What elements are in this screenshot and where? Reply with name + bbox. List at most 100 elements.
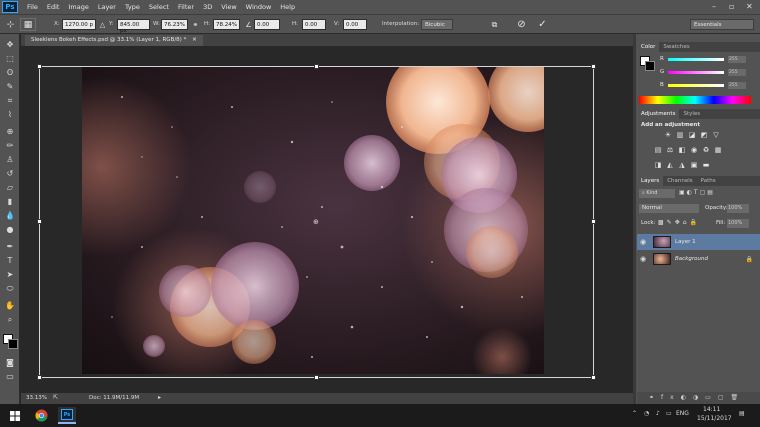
tray-battery-icon[interactable]: ▭ <box>666 410 672 417</box>
zoom-level[interactable]: 33.13% <box>26 395 47 401</box>
link-icon[interactable]: ⚭ <box>189 18 202 31</box>
clock-date[interactable]: 15/11/2017 <box>697 415 732 422</box>
menu-layer[interactable]: Layer <box>98 3 116 11</box>
screen-mode-icon[interactable]: ▭ <box>3 370 17 383</box>
opacity-input[interactable]: 100% <box>727 204 749 213</box>
document-tab[interactable]: Sleeklens Bokeh Effects.psd @ 33.1% (Lay… <box>25 35 203 46</box>
healing-tool-icon[interactable]: ⊕ <box>3 125 17 138</box>
menu-3d[interactable]: 3D <box>203 3 212 11</box>
tab-color[interactable]: Color <box>637 42 660 52</box>
notifications-icon[interactable]: ▤ <box>739 410 745 417</box>
transform-handle-bottom-right[interactable] <box>591 375 596 380</box>
photoshop-taskbar-icon[interactable]: Ps <box>58 407 76 424</box>
lasso-tool-icon[interactable]: ʘ <box>3 66 17 79</box>
eraser-tool-icon[interactable]: ▱ <box>3 181 17 194</box>
close-tab-icon[interactable]: ✕ <box>192 37 197 43</box>
channel-r-slider[interactable] <box>668 58 724 61</box>
menu-edit[interactable]: Edit <box>47 3 60 11</box>
tray-language[interactable]: ENG <box>676 410 689 417</box>
tab-layers[interactable]: Layers <box>637 176 664 186</box>
blur-tool-icon[interactable]: 💧 <box>3 209 17 222</box>
posterize-icon[interactable]: ◭ <box>666 161 674 169</box>
hue-saturation-icon[interactable]: ▤ <box>654 146 662 154</box>
fill-input[interactable]: 100% <box>727 219 749 228</box>
tray-chevron-icon[interactable]: ⌃ <box>632 410 637 417</box>
warp-icon[interactable]: ⧉ <box>488 18 501 31</box>
transform-handle-left[interactable] <box>37 219 42 224</box>
background-color-swatch[interactable] <box>8 339 18 349</box>
color-background-swatch[interactable] <box>645 61 655 71</box>
menu-type[interactable]: Type <box>125 3 140 11</box>
channel-mixer-icon[interactable]: ♻ <box>702 146 710 154</box>
pen-tool-icon[interactable]: ✒ <box>3 240 17 253</box>
marquee-tool-icon[interactable]: ⬚ <box>3 52 17 65</box>
color-lookup-icon[interactable]: ▦ <box>714 146 722 154</box>
layer-filter-select[interactable]: ⌕ Kind <box>639 189 675 198</box>
transform-handle-top-left[interactable] <box>37 64 42 69</box>
path-select-tool-icon[interactable]: ➤ <box>3 268 17 281</box>
v-skew-input[interactable]: 0.00 <box>343 19 367 30</box>
transform-handle-top-right[interactable] <box>591 64 596 69</box>
threshold-icon[interactable]: ◮ <box>678 161 686 169</box>
menu-window[interactable]: Window <box>246 3 272 11</box>
menu-help[interactable]: Help <box>280 3 295 11</box>
vibrance-icon[interactable]: ▽ <box>712 131 720 139</box>
black-white-icon[interactable]: ◧ <box>678 146 686 154</box>
tab-channels[interactable]: Channels <box>663 176 696 186</box>
quick-select-tool-icon[interactable]: ✎ <box>3 80 17 93</box>
layer-row[interactable]: ◉ Layer 1 <box>637 234 760 250</box>
menu-filter[interactable]: Filter <box>178 3 194 11</box>
menu-image[interactable]: Image <box>68 3 88 11</box>
tab-adjustments[interactable]: Adjustments <box>637 109 680 119</box>
visibility-eye-icon[interactable]: ◉ <box>637 238 649 246</box>
quick-mask-icon[interactable]: ◙ <box>3 356 17 369</box>
exposure-icon[interactable]: ◩ <box>700 131 708 139</box>
close-window-icon[interactable]: ✕ <box>746 2 753 11</box>
hand-tool-icon[interactable]: ✋ <box>3 299 17 312</box>
y-input[interactable]: 845.00 px <box>117 19 150 34</box>
tab-paths[interactable]: Paths <box>697 176 720 186</box>
delta-icon[interactable]: △ <box>96 18 109 31</box>
tray-network-icon[interactable]: ◔ <box>644 410 649 417</box>
levels-icon[interactable]: ▥ <box>676 131 684 139</box>
zoom-tool-icon[interactable]: ⌕ <box>3 313 17 326</box>
curves-icon[interactable]: ◪ <box>688 131 696 139</box>
move-tool-icon[interactable]: ✥ <box>3 38 17 51</box>
reference-point-icon[interactable]: ▦ <box>20 18 36 31</box>
commit-transform-icon[interactable]: ✓ <box>536 18 549 31</box>
workspace-select[interactable]: Essentials <box>690 19 754 30</box>
history-brush-icon[interactable]: ↺ <box>3 167 17 180</box>
transform-handle-bottom[interactable] <box>314 375 319 380</box>
transform-tool-icon[interactable]: ⊹ <box>4 18 17 31</box>
brightness-icon[interactable]: ☀ <box>664 131 672 139</box>
selective-color-icon[interactable]: ▣ <box>690 161 698 169</box>
angle-input[interactable]: 0.00 <box>254 19 280 30</box>
clock-time[interactable]: 14:11 <box>703 406 720 413</box>
stamp-tool-icon[interactable]: ♙ <box>3 153 17 166</box>
photo-filter-icon[interactable]: ◉ <box>690 146 698 154</box>
channel-b-value[interactable]: 255 <box>728 82 746 89</box>
crop-tool-icon[interactable]: ⌗ <box>3 94 17 107</box>
windows-start-icon[interactable] <box>6 407 24 424</box>
channel-r-value[interactable]: 255 <box>728 56 746 63</box>
gradient-tool-icon[interactable]: ▮ <box>3 195 17 208</box>
visibility-eye-icon[interactable]: ◉ <box>637 255 649 263</box>
maximize-icon[interactable]: ▫ <box>729 2 734 11</box>
menu-view[interactable]: View <box>221 3 236 11</box>
transform-center-icon[interactable]: ⊕ <box>313 218 319 226</box>
lock-icons[interactable]: ▩✎✥⌂🔒 <box>658 219 700 226</box>
channel-b-slider[interactable] <box>668 84 724 87</box>
status-menu-arrow-icon[interactable]: ▸ <box>158 394 161 401</box>
blend-mode-select[interactable]: Normal <box>639 204 699 213</box>
interpolation-select[interactable]: Bicubic <box>421 19 453 30</box>
transform-handle-top[interactable] <box>314 64 319 69</box>
transform-handle-right[interactable] <box>591 219 596 224</box>
invert-icon[interactable]: ◨ <box>654 161 662 169</box>
menu-file[interactable]: File <box>27 3 38 11</box>
h-skew-input[interactable]: 0.00 <box>302 19 326 30</box>
tab-swatches[interactable]: Swatches <box>659 42 693 52</box>
w-input[interactable]: 76.23% <box>161 19 188 30</box>
brush-tool-icon[interactable]: ✏ <box>3 139 17 152</box>
color-balance-icon[interactable]: ⚖ <box>666 146 674 154</box>
layers-footer-icons[interactable]: ⚭fx◐◑▭▢🗑 <box>637 392 760 404</box>
